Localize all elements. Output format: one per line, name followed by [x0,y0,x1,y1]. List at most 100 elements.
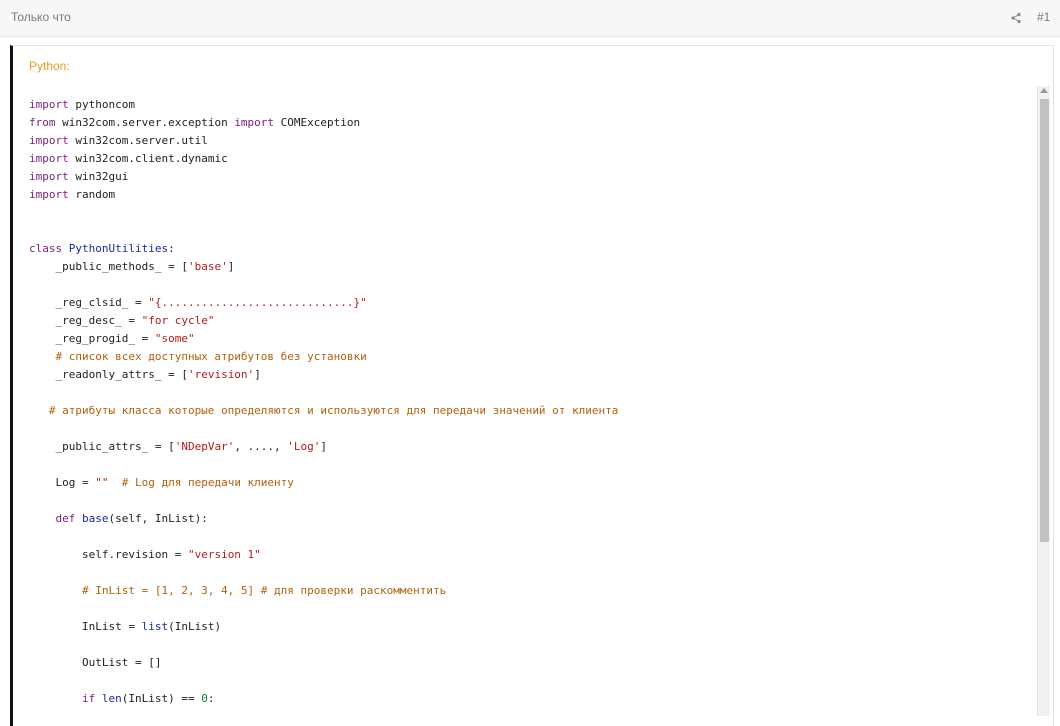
code-token: (InList) [168,620,222,633]
code-token: win32gui [68,170,129,183]
code-line: _reg_progid_ = "some" [29,330,1034,348]
code-token: import [29,152,69,165]
code-token: (self, InList): [108,512,208,525]
code-token: import [29,188,69,201]
post-body: Python: import pythoncom from win32com.se… [0,37,1060,726]
code-token: if [81,692,96,705]
code-token: # атрибуты класса которые определяются и… [29,404,619,417]
code-line: # атрибуты класса которые определяются и… [29,402,1034,420]
code-token: InList = [29,620,142,633]
code-line: _reg_desc_ = "for cycle" [29,312,1034,330]
code-token: _reg_progid_ = [29,332,155,345]
post-timestamp: Только что [11,10,71,24]
share-icon[interactable] [1010,11,1022,24]
code-token: # список всех доступных атрибутов без ус… [29,350,367,363]
code-token: _public_methods_ = [ [29,260,188,273]
code-token: win32com.client.dynamic [68,152,228,165]
code-token: len [101,692,122,705]
code-token: : [207,692,215,705]
code-line: if len(InList) == 0: [29,690,1034,708]
code-token: 0 [201,692,208,705]
code-line: _readonly_attrs_ = ['revision'] [29,366,1034,384]
scroll-up-arrow-icon[interactable] [1040,88,1048,93]
code-token: (InList) == [121,692,202,705]
code-block: Python: import pythoncom from win32com.se… [10,45,1054,726]
code-line: # InList = [1, 2, 3, 4, 5] # для проверк… [29,582,1034,600]
code-line: # список всех доступных атрибутов без ус… [29,348,1034,366]
code-scrollbar[interactable] [1037,86,1050,716]
code-token: import [29,98,69,111]
share-icon-graphic [1011,12,1021,24]
code-line: _reg_clsid_ = "{........................… [29,294,1034,312]
code-line: import win32com.server.util [29,132,1034,150]
code-token: import [29,170,69,183]
code-line: import win32gui [29,168,1034,186]
code-line: Log = "" # Log для передачи клиенту [29,474,1034,492]
code-token: _readonly_attrs_ = [ [29,368,188,381]
code-line: from win32com.server.exception import CO… [29,114,1034,132]
code-token: import [234,116,275,129]
scrollbar-thumb[interactable] [1040,99,1049,542]
code-token: import [29,134,69,147]
code-token: class [29,242,63,255]
code-token: : [168,242,175,255]
code-token: base [82,512,109,525]
code-token: from [29,116,56,129]
code-token: # InList = [1, 2, 3, 4, 5] # для проверк… [29,584,447,597]
code-token: 'base' [187,260,228,273]
code-token: _reg_clsid_ = [29,296,149,309]
code-token: pythoncom [68,98,135,111]
code-token: 'Log' [287,440,321,453]
post-header: Только что #1 [0,0,1060,37]
code-token: "{.............................}" [148,296,367,309]
code-token: "" [95,476,109,489]
code-line: class PythonUtilities: [29,240,1034,258]
code-token: ] [227,260,235,273]
code-token: ] [254,368,261,381]
code-token: def [55,512,76,525]
code-token: # Log для передачи клиенту [108,476,294,489]
code-line: InList = list(InList) [29,618,1034,636]
code-token: list [141,620,169,633]
code-line: import win32com.client.dynamic [29,150,1034,168]
code-content[interactable]: import pythoncom from win32com.server.exc… [29,96,1034,716]
code-token: "for cycle" [141,314,215,327]
code-token: ] [320,440,328,453]
code-token: win32com.server.util [68,134,208,147]
code-line: def base(self, InList): [29,510,1034,528]
code-token: Log = [29,476,96,489]
code-token: , ...., [234,440,288,453]
code-token: COMException [274,116,361,129]
code-language-label: Python: [29,59,70,73]
code-line: import random [29,186,1034,204]
code-token: "version 1" [187,548,261,561]
code-token: OutList = [] [29,656,162,669]
code-line: self.revision = "version 1" [29,546,1034,564]
post-number-link[interactable]: #1 [1037,10,1050,24]
code-line: import pythoncom [29,96,1034,114]
code-token: self.revision = [29,548,188,561]
code-line: _public_attrs_ = ['NDepVar', ...., 'Log'… [29,438,1034,456]
code-token: win32com.server.exception [55,116,235,129]
code-token: PythonUtilities [68,242,169,255]
code-token: random [68,188,116,201]
code-token: 'NDepVar' [174,440,235,453]
code-line: OutList = [] [29,654,1034,672]
